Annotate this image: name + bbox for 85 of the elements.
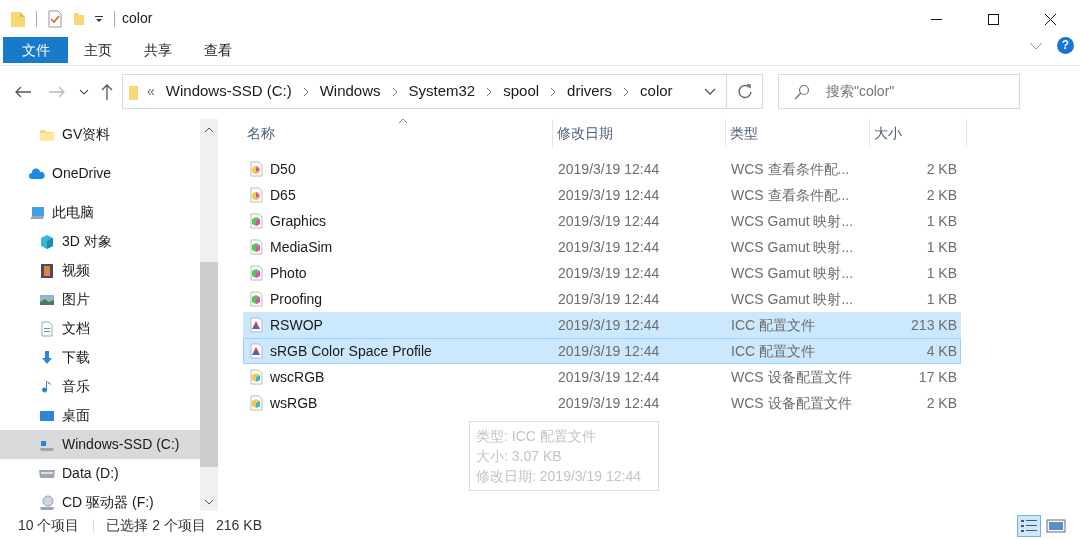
file-icon [248, 317, 264, 333]
file-row[interactable]: sRGB Color Space Profile 2019/3/19 12:44 ICC 配置文件 4 KB [243, 338, 961, 364]
file-icon [248, 343, 264, 359]
cloud-icon [29, 165, 45, 182]
search-icon [794, 83, 810, 100]
breadcrumb[interactable]: color [637, 80, 676, 103]
ribbon-tab[interactable]: 查看 [188, 37, 248, 63]
file-row[interactable]: Graphics 2019/3/19 12:44 WCS Gamut 映射... 1 KB [243, 208, 961, 234]
scrollbar[interactable] [200, 119, 218, 511]
help-button[interactable]: ? [1057, 37, 1074, 54]
dropdown-icon[interactable] [95, 14, 103, 23]
maximize-icon [988, 13, 999, 25]
column-header[interactable]: 类型 [726, 119, 870, 147]
file-row[interactable]: D65 2019/3/19 12:44 WCS 查看条件配... 2 KB [243, 182, 961, 208]
file-icon [248, 161, 264, 177]
dropdown-icon[interactable] [704, 88, 716, 95]
expand-ribbon-icon[interactable] [1029, 41, 1043, 50]
file-icon [248, 187, 264, 203]
picture-icon [1046, 516, 1066, 535]
breadcrumb[interactable]: drivers [564, 80, 616, 103]
file-icon [248, 239, 264, 255]
file-icon [248, 213, 264, 229]
file-row[interactable]: wscRGB 2019/3/19 12:44 WCS 设备配置文件 17 KB [243, 364, 961, 390]
download-icon [39, 349, 55, 366]
up-icon[interactable] [101, 83, 113, 100]
breadcrumb[interactable]: spool [500, 80, 543, 103]
sidebar-item[interactable]: 音乐 [0, 372, 200, 401]
details-view-button[interactable] [1016, 514, 1041, 537]
back-icon[interactable] [15, 85, 31, 98]
scroll-up-icon[interactable] [204, 127, 214, 133]
breadcrumb[interactable]: System32 [405, 80, 479, 103]
sidebar-item[interactable]: 下载 [0, 343, 200, 372]
item-count: 10 个项目 [18, 516, 80, 535]
search-box[interactable]: 搜索"color" [778, 74, 1020, 109]
file-row[interactable]: MediaSim 2019/3/19 12:44 WCS Gamut 映射... 1 KB [243, 234, 961, 260]
doc-icon [39, 320, 55, 337]
refresh-icon[interactable] [736, 83, 753, 100]
file-row[interactable]: wsRGB 2019/3/19 12:44 WCS 设备配置文件 2 KB [243, 390, 961, 416]
file-row[interactable]: Proofing 2019/3/19 12:44 WCS Gamut 映射... 1 KB [243, 286, 961, 312]
cube-icon [39, 233, 55, 250]
sidebar-item[interactable]: Data (D:) [0, 459, 200, 488]
chevron-icon [550, 86, 557, 97]
file-row[interactable]: Photo 2019/3/19 12:44 WCS Gamut 映射... 1 KB [243, 260, 961, 286]
chevron-icon [302, 86, 309, 97]
ribbon-tab[interactable]: 共享 [128, 37, 188, 63]
cd-icon [39, 494, 55, 511]
sidebar-item[interactable]: 文档 [0, 314, 200, 343]
chevron-icon [391, 86, 398, 97]
tooltip: 类型: ICC 配置文件 大小: 3.07 KB 修改日期: 2019/3/19 12:44 [469, 421, 659, 491]
file-row[interactable]: D50 2019/3/19 12:44 WCS 查看条件配... 2 KB [243, 156, 961, 182]
ribbon-tab[interactable]: 主页 [68, 37, 128, 63]
chevron-icon [623, 86, 630, 97]
file-icon [248, 395, 264, 411]
file-icon [248, 265, 264, 281]
sidebar-item[interactable]: OneDrive [0, 159, 200, 188]
sidebar-item[interactable]: 桌面 [0, 401, 200, 430]
column-header[interactable]: 修改日期 [553, 119, 726, 147]
file-row[interactable]: RSWOP 2019/3/19 12:44 ICC 配置文件 213 KB [243, 312, 961, 338]
sidebar-item[interactable]: 图片 [0, 285, 200, 314]
sidebar-item[interactable]: 视频 [0, 256, 200, 285]
sidebar-item[interactable]: GV资料 [0, 120, 200, 149]
recent-locations-icon[interactable] [79, 88, 89, 95]
overflow-chevron[interactable]: « [147, 81, 155, 102]
sidebar-item[interactable]: 此电脑 [0, 198, 200, 227]
column-header[interactable]: 名称 [243, 119, 553, 147]
close-icon [1045, 13, 1056, 25]
selection-size: 216 KB [216, 516, 262, 535]
sidebar-item[interactable]: 3D 对象 [0, 227, 200, 256]
properties-icon[interactable] [47, 9, 63, 28]
video-icon [39, 262, 55, 279]
window-title: color [122, 9, 153, 28]
file-icon [248, 291, 264, 307]
scroll-down-icon[interactable] [204, 499, 214, 505]
sidebar-item[interactable]: Windows-SSD (C:) [0, 430, 200, 459]
chevron-icon [486, 86, 493, 97]
file-icon [248, 369, 264, 385]
selection-count: 已选择 2 个项目 [106, 516, 207, 535]
folder-icon [129, 83, 139, 100]
folder-icon [10, 9, 26, 28]
pc-icon [29, 204, 45, 221]
file-menu-button[interactable]: 文件 [3, 37, 68, 63]
sidebar-item[interactable]: CD 驱动器 (F:) [0, 488, 200, 517]
column-header[interactable]: 大小 [870, 119, 967, 147]
breadcrumb[interactable]: Windows [316, 80, 384, 103]
breadcrumb[interactable]: Windows-SSD (C:) [162, 80, 295, 103]
